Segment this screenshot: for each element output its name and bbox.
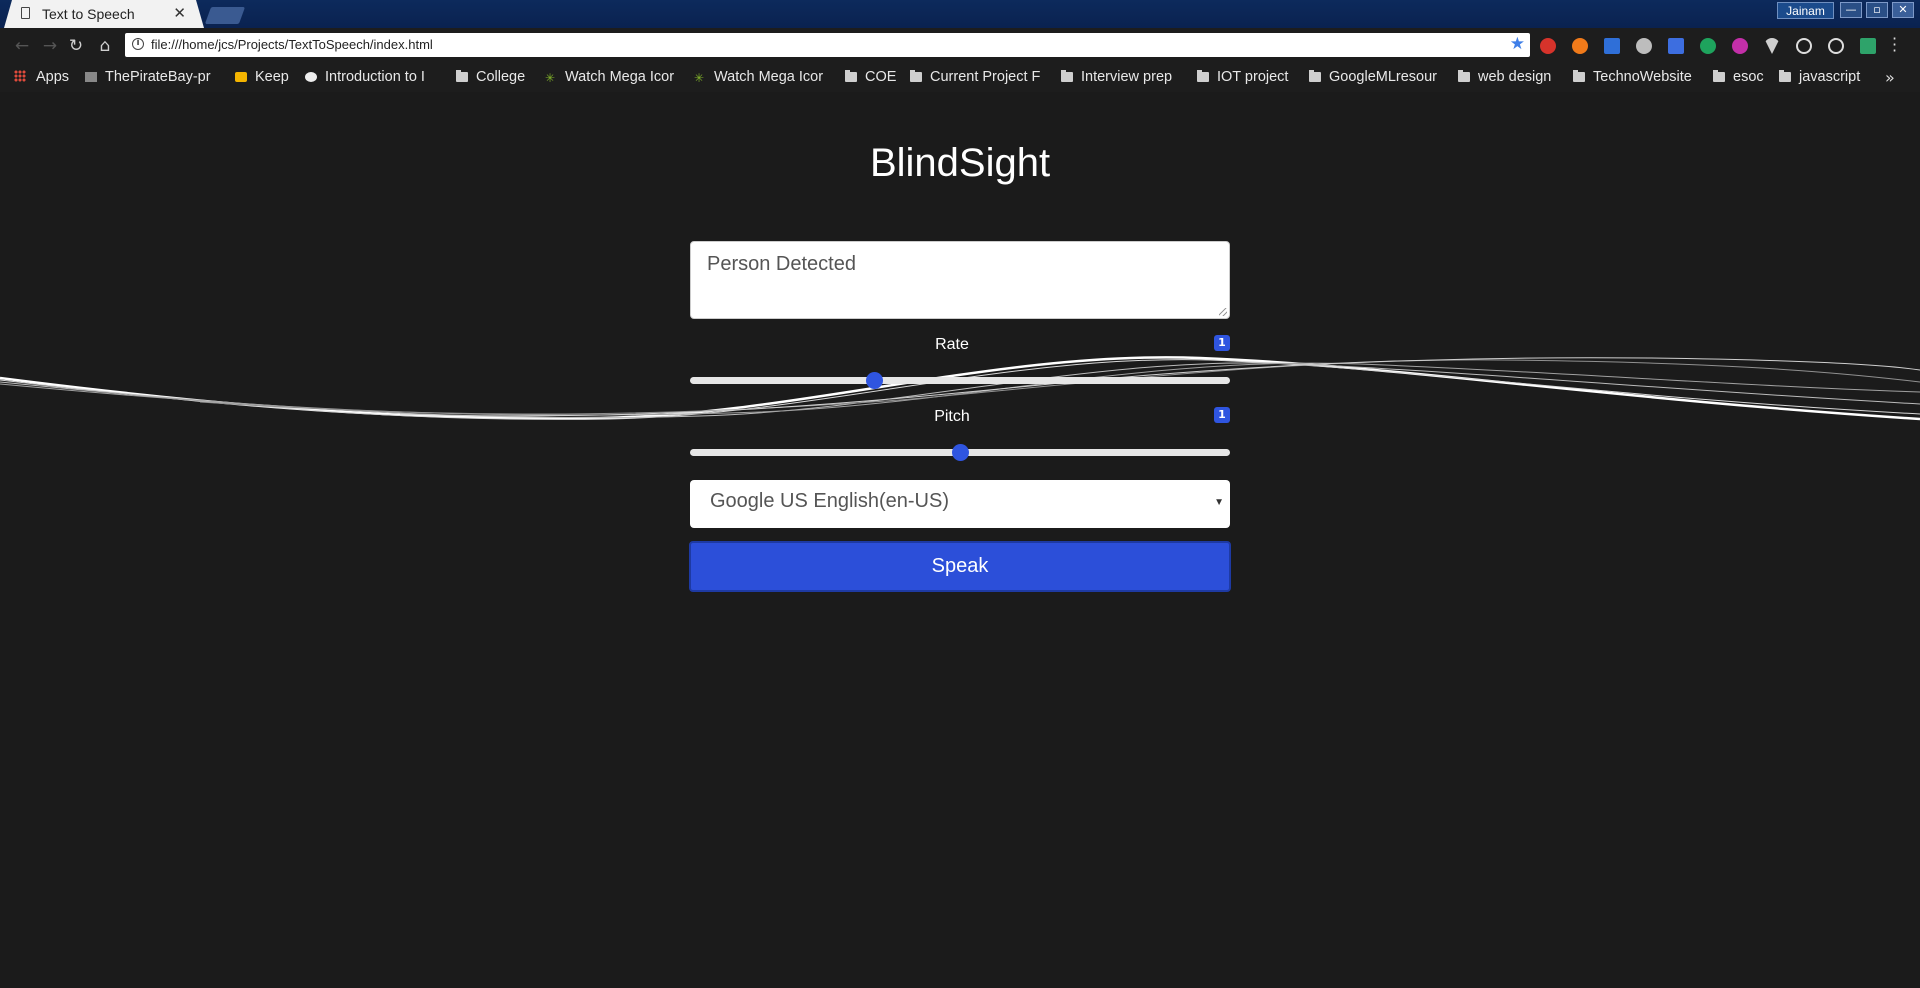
bookmark-folder[interactable]: College xyxy=(456,69,538,87)
bookmark-label: COE xyxy=(865,69,897,85)
bookmark-folder[interactable]: COE xyxy=(845,69,911,87)
bookmark-label: Watch Mega Icor xyxy=(565,69,675,85)
restore-window-button[interactable]: ▫ xyxy=(1866,2,1888,18)
grammarly-icon[interactable] xyxy=(1700,38,1716,54)
bookmark-folder[interactable]: GoogleMLresour xyxy=(1309,69,1443,87)
folder-icon xyxy=(456,70,468,82)
extension-icon[interactable] xyxy=(1668,38,1684,54)
bookmark-label: GoogleMLresour xyxy=(1329,69,1437,85)
bookmark-folder[interactable]: IOT project xyxy=(1197,69,1309,87)
extension-icon[interactable] xyxy=(1860,38,1876,54)
bookmark-label: College xyxy=(476,69,526,85)
new-tab-button[interactable] xyxy=(204,7,246,24)
text-input[interactable] xyxy=(690,241,1230,319)
page-content: BlindSight Rate 1 Pitch 1 Google US Engl… xyxy=(0,92,1920,988)
info-icon[interactable]: i xyxy=(132,38,144,50)
bookmark-label: Introduction to I xyxy=(325,69,425,85)
page-title: BlindSight xyxy=(869,141,1051,185)
menu-icon[interactable]: · · · xyxy=(1892,31,1897,59)
react-icon[interactable] xyxy=(1796,38,1812,54)
extension-icon[interactable] xyxy=(1572,38,1588,54)
folder-icon xyxy=(1458,70,1470,82)
folder-icon xyxy=(910,70,922,82)
folder-icon xyxy=(1309,70,1321,82)
folder-icon xyxy=(845,70,857,82)
pitch-slider-thumb[interactable] xyxy=(952,444,969,461)
bookmark-label: Current Project F xyxy=(930,69,1041,85)
pirate-icon xyxy=(85,72,97,82)
bookmark-folder[interactable]: Current Project F xyxy=(910,69,1058,87)
bookmark-star-icon[interactable]: ★ xyxy=(1510,34,1525,54)
pitch-value-badge: 1 xyxy=(1214,407,1230,423)
folder-icon xyxy=(1779,70,1791,82)
folder-icon xyxy=(1573,70,1585,82)
bookmark-label: TechnoWebsite xyxy=(1593,69,1692,85)
folder-icon xyxy=(1713,70,1725,82)
reload-button[interactable]: ↻ xyxy=(64,34,88,58)
folder-icon xyxy=(1197,70,1209,82)
vue-icon[interactable] xyxy=(1764,38,1780,54)
extension-icon[interactable] xyxy=(1636,38,1652,54)
tab-strip: Text to Speech ✕ Jainam — ▫ ✕ xyxy=(0,0,1920,28)
rate-value-badge: 1 xyxy=(1214,335,1230,351)
bookmark-folder[interactable]: Interview prep xyxy=(1061,69,1191,87)
voice-select-value: Google US English(en-US) xyxy=(710,490,949,512)
bookmark-label: ThePirateBay-pr xyxy=(105,69,211,85)
folder-icon xyxy=(1061,70,1073,82)
more-bookmarks-icon[interactable]: » xyxy=(1885,68,1895,87)
bookmark-item[interactable]: Keep xyxy=(235,69,295,87)
bookmark-item[interactable]: Introduction to I xyxy=(305,69,445,87)
minimize-window-button[interactable]: — xyxy=(1840,2,1862,18)
leaf-icon: ✳ xyxy=(694,71,705,85)
apps-grid-icon xyxy=(14,70,26,82)
extension-icon[interactable] xyxy=(1828,38,1844,54)
bookmark-label: Watch Mega Icor xyxy=(714,69,824,85)
rate-label: Rate xyxy=(935,336,969,353)
bookmark-label: javascript xyxy=(1799,69,1861,85)
bookmark-label: esoc xyxy=(1733,69,1764,85)
speak-button[interactable]: Speak xyxy=(689,541,1231,592)
chevron-down-icon: ▼ xyxy=(1214,497,1224,508)
bookmark-folder[interactable]: TechnoWebsite xyxy=(1573,69,1701,87)
bookmark-apps[interactable]: Apps xyxy=(14,69,76,87)
extension-icon[interactable] xyxy=(1732,38,1748,54)
forward-button[interactable]: → xyxy=(38,34,62,58)
bookmark-item[interactable]: ✳ Watch Mega Icor xyxy=(545,69,681,87)
bookmark-label: Apps xyxy=(36,69,70,85)
bookmark-label: web design xyxy=(1478,69,1552,85)
tab-text-to-speech[interactable]: Text to Speech ✕ xyxy=(4,0,204,28)
bookmark-folder[interactable]: esoc xyxy=(1713,69,1769,87)
voice-select[interactable]: Google US English(en-US) ▼ xyxy=(690,480,1230,528)
rate-slider-thumb[interactable] xyxy=(865,372,883,389)
close-window-button[interactable]: ✕ xyxy=(1892,2,1914,18)
tab-title: Text to Speech xyxy=(42,6,135,22)
extension-icon[interactable] xyxy=(1604,38,1620,54)
close-tab-icon[interactable]: ✕ xyxy=(173,4,186,22)
pitch-label: Pitch xyxy=(934,408,970,425)
page-icon xyxy=(21,7,30,19)
bookmark-label: Keep xyxy=(255,69,289,85)
leaf-icon: ✳ xyxy=(545,71,556,85)
bookmark-label: IOT project xyxy=(1217,69,1289,85)
resize-grip-icon[interactable] xyxy=(1219,308,1227,316)
sound-wave-graphic xyxy=(0,356,1920,421)
profile-button[interactable]: Jainam xyxy=(1777,2,1834,19)
address-bar[interactable]: i file:///home/jcs/Projects/TextToSpeech… xyxy=(125,33,1530,57)
bookmark-item[interactable]: ThePirateBay-pr xyxy=(85,69,227,87)
globe-icon xyxy=(305,72,317,82)
pitch-slider[interactable] xyxy=(690,444,1230,461)
bookmark-folder[interactable]: javascript xyxy=(1779,69,1879,87)
bookmarks-bar: Apps ThePirateBay-pr Keep Introduction t… xyxy=(0,64,1920,92)
rate-slider[interactable] xyxy=(690,372,1230,389)
bookmark-folder[interactable]: web design xyxy=(1458,69,1558,87)
url-text: file:///home/jcs/Projects/TextToSpeech/i… xyxy=(151,37,433,52)
bookmark-label: Interview prep xyxy=(1081,69,1173,85)
bookmark-item[interactable]: ✳ Watch Mega Icor xyxy=(694,69,830,87)
home-button[interactable]: ⌂ xyxy=(93,34,117,58)
browser-toolbar: ← → ↻ ⌂ i file:///home/jcs/Projects/Text… xyxy=(0,28,1920,64)
keep-icon xyxy=(235,72,247,82)
back-button[interactable]: ← xyxy=(10,34,34,58)
extension-icon[interactable] xyxy=(1540,38,1556,54)
